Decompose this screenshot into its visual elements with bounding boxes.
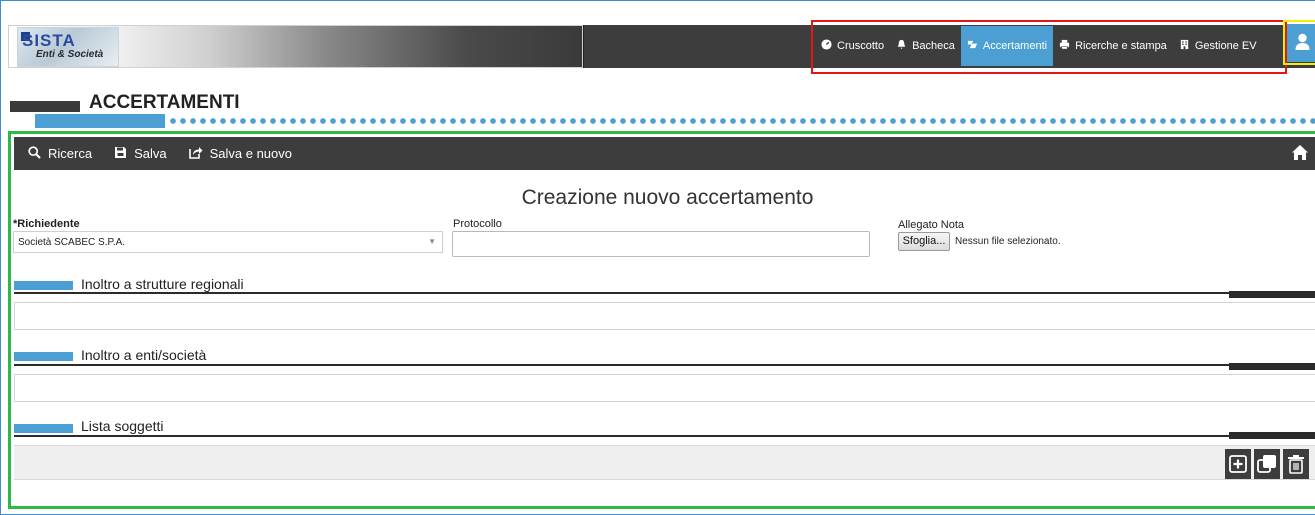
- section-accent-bar: [14, 424, 73, 433]
- title-decoration-bar: [10, 101, 80, 112]
- requester-select-value: Società SCABEC S.P.A.: [18, 237, 126, 248]
- chevron-down-icon: ▼: [428, 237, 436, 246]
- section-title-entities: Inoltro a enti/società: [81, 347, 207, 363]
- share-icon: [188, 146, 203, 162]
- section-divider-end: [1229, 363, 1315, 370]
- logo-banner: SISTA Enti & Società: [8, 25, 583, 68]
- subjects-list-panel: [14, 445, 1315, 480]
- logo-text: SISTA: [22, 31, 76, 50]
- requester-select[interactable]: Società SCABEC S.P.A. ▼: [13, 231, 443, 253]
- section-divider-end: [1229, 432, 1315, 439]
- save-and-new-button[interactable]: Salva e nuovo: [188, 146, 293, 162]
- section-accent-bar: [14, 281, 73, 290]
- section-divider: [14, 292, 1315, 294]
- protocol-label: Protocollo: [453, 218, 502, 230]
- user-highlight-yellow: [1283, 20, 1315, 65]
- page-title: ACCERTAMENTI: [89, 92, 240, 113]
- browse-file-button[interactable]: Sfoglia...: [898, 232, 950, 251]
- delete-icon: [1288, 455, 1304, 474]
- section-accent-bar: [14, 352, 73, 361]
- save-button[interactable]: Salva: [114, 146, 167, 162]
- section-divider: [14, 435, 1315, 437]
- protocol-input[interactable]: [452, 231, 870, 257]
- section-divider: [14, 364, 1315, 366]
- section-divider-end: [1229, 291, 1315, 298]
- list-actions: [1225, 449, 1312, 479]
- requester-label: *Richiedente: [13, 218, 80, 230]
- title-accent-bar: [35, 114, 165, 128]
- section-title-subjects: Lista soggetti: [81, 418, 164, 434]
- form-toolbar: Ricerca Salva Salva e nuovo: [14, 137, 1315, 170]
- entities-panel: [14, 374, 1315, 402]
- add-icon: [1229, 455, 1247, 473]
- regional-structures-panel: [14, 302, 1315, 330]
- save-button-label: Salva: [134, 146, 167, 161]
- search-button-label: Ricerca: [48, 146, 93, 161]
- save-and-new-label: Salva e nuovo: [209, 146, 293, 161]
- duplicate-subject-button[interactable]: [1254, 449, 1280, 479]
- section-title-regional: Inoltro a strutture regionali: [81, 276, 244, 292]
- logo-subtitle: Enti & Società: [36, 49, 104, 60]
- duplicate-icon: [1257, 455, 1276, 473]
- add-subject-button[interactable]: [1225, 449, 1251, 479]
- file-status-text: Nessun file selezionato.: [955, 236, 1061, 247]
- app-logo[interactable]: SISTA Enti & Società: [17, 27, 119, 67]
- search-icon: [28, 145, 41, 162]
- attachment-label: Allegato Nota: [898, 219, 965, 231]
- search-button[interactable]: Ricerca: [28, 145, 93, 162]
- home-icon[interactable]: [1291, 144, 1309, 164]
- delete-subject-button[interactable]: [1283, 449, 1309, 479]
- nav-highlight-red: [811, 20, 1287, 74]
- save-icon: [114, 146, 127, 162]
- form-title: Creazione nuovo accertamento: [521, 186, 814, 209]
- title-dotted-line: [168, 117, 1315, 125]
